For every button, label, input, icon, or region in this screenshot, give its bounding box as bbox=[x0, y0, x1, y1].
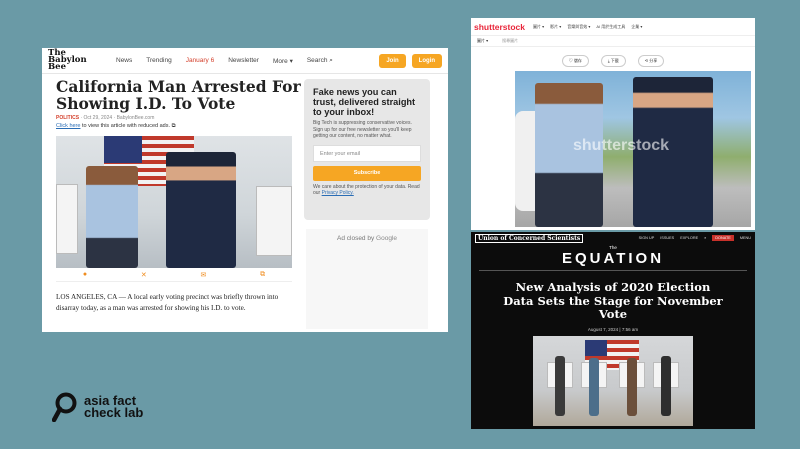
download-button[interactable]: ⤓ 下載 bbox=[600, 55, 626, 67]
save-button[interactable]: ♡ 儲存 bbox=[561, 55, 589, 67]
shutterstock-navbar: shutterstock 圖片 ▾ 影片 ▾ 音樂與音效 ▾ AI 用於生成工具… bbox=[471, 18, 755, 35]
nav-menu[interactable]: MENU bbox=[740, 236, 751, 240]
nav-search-label: Search bbox=[306, 56, 328, 64]
privacy-line: We care about the protection of your dat… bbox=[313, 184, 421, 197]
equation-headline: New Analysis of 2020 Election Data Sets … bbox=[503, 280, 723, 321]
voting-booth bbox=[256, 186, 292, 256]
article-meta: POLITICS · Oct 29, 2024 · BabylonBee.com bbox=[56, 115, 306, 121]
ad-closed-text: Ad closed by bbox=[337, 235, 377, 242]
bee-navbar: The Babylon Bee News Trending January 6 … bbox=[42, 48, 448, 74]
newsletter-title: Fake news you can trust, delivered strai… bbox=[313, 87, 416, 117]
email-field[interactable]: Enter your email bbox=[313, 144, 421, 162]
search-icon: ⌕ bbox=[329, 56, 333, 64]
voter-figure bbox=[555, 356, 565, 416]
email-icon[interactable]: ✉ bbox=[200, 271, 206, 279]
babylon-bee-screenshot: The Babylon Bee News Trending January 6 … bbox=[42, 48, 448, 332]
menu-images[interactable]: 圖片 ▾ bbox=[533, 24, 544, 30]
voter-figure bbox=[589, 358, 599, 416]
nav-more[interactable]: More ▾ bbox=[273, 57, 293, 65]
stock-photo: shutterstock bbox=[515, 71, 751, 227]
facebook-icon[interactable]: ● bbox=[83, 271, 87, 278]
google-brand: Google bbox=[376, 235, 397, 242]
image-actions: ♡ 儲存 ⤓ 下載 ⟲ 分享 bbox=[471, 55, 755, 67]
article-title: California Man Arrested For Showing I.D.… bbox=[56, 77, 301, 113]
nav-january-6[interactable]: January 6 bbox=[186, 57, 215, 64]
equation-date: August 7, 2024 | 7:56 am bbox=[587, 326, 639, 332]
nav-sign-up[interactable]: SIGN UP bbox=[639, 236, 655, 240]
newsletter-box: Fake news you can trust, delivered strai… bbox=[304, 79, 430, 220]
voter-figure bbox=[661, 356, 671, 416]
subscribe-button[interactable]: Subscribe bbox=[313, 165, 421, 181]
article-date-source: · Oct 29, 2024 · BabylonBee.com bbox=[79, 115, 155, 121]
ad-closed-box: Ad closed by Google bbox=[306, 229, 428, 329]
shutterstock-screenshot: shutterstock 圖片 ▾ 影片 ▾ 音樂與音效 ▾ AI 用於生成工具… bbox=[471, 18, 755, 230]
asia-fact-check-lab-logo: asia fact check lab bbox=[52, 392, 143, 422]
article-category[interactable]: POLITICS bbox=[56, 115, 79, 121]
copy-link-icon[interactable]: ⧉ bbox=[260, 271, 265, 279]
ucs-logo[interactable]: Union of Concerned Scientists bbox=[475, 233, 584, 243]
bee-article: California Man Arrested For Showing I.D.… bbox=[56, 78, 306, 313]
police-officer-figure bbox=[166, 152, 236, 268]
article-photo bbox=[56, 136, 292, 268]
nav-news[interactable]: News bbox=[116, 57, 132, 64]
nav-search[interactable]: Search ⌕ bbox=[307, 57, 333, 65]
reduced-ads-link[interactable]: Click here bbox=[56, 123, 80, 129]
voting-booths-photo bbox=[533, 336, 693, 426]
menu-enterprise[interactable]: 企業 ▾ bbox=[631, 24, 642, 30]
join-button[interactable]: Join bbox=[379, 53, 406, 68]
equation-screenshot: Union of Concerned Scientists SIGN UP IS… bbox=[471, 232, 755, 429]
search-type-select[interactable]: 圖片 ▾ bbox=[477, 38, 488, 44]
bee-logo[interactable]: The Babylon Bee bbox=[48, 48, 100, 72]
login-button[interactable]: Login bbox=[411, 53, 442, 68]
search-input[interactable]: 搜尋圖片 bbox=[502, 38, 518, 44]
nav-issues[interactable]: ISSUES bbox=[660, 236, 674, 240]
voter-figure bbox=[627, 358, 637, 416]
search-icon[interactable]: ⌕ bbox=[704, 236, 706, 240]
shutterstock-watermark: shutterstock bbox=[573, 137, 670, 154]
nav-explore[interactable]: EXPLORE bbox=[680, 236, 698, 240]
article-body: LOS ANGELES, CA — A local early voting p… bbox=[56, 293, 279, 312]
equation-navbar: Union of Concerned Scientists SIGN UP IS… bbox=[471, 232, 755, 244]
menu-ai[interactable]: AI 用於生成工具 bbox=[596, 24, 625, 30]
magnifier-logo-icon bbox=[52, 392, 77, 422]
reduced-ads-text: to view this article with reduced ads. bbox=[80, 123, 171, 129]
bee-logo-text: The Babylon Bee bbox=[48, 48, 87, 72]
equation-title[interactable]: EQUATION bbox=[479, 250, 747, 271]
nav-newsletter[interactable]: Newsletter bbox=[228, 57, 259, 64]
external-link-icon[interactable]: ⧉ bbox=[172, 123, 176, 129]
donate-button[interactable]: DONATE bbox=[712, 235, 734, 241]
man-arrested-figure bbox=[535, 83, 603, 227]
man-arrested-figure bbox=[86, 166, 138, 268]
newsletter-text: Big Tech is suppressing conservative voi… bbox=[313, 120, 412, 139]
menu-video[interactable]: 影片 ▾ bbox=[550, 24, 561, 30]
voting-booth bbox=[56, 184, 78, 254]
shutterstock-search-bar: 圖片 ▾ 搜尋圖片 bbox=[471, 35, 755, 47]
logo-line-2: check lab bbox=[84, 405, 144, 420]
shutterstock-logo[interactable]: shutterstock bbox=[474, 22, 525, 32]
share-button[interactable]: ⟲ 分享 bbox=[637, 55, 665, 67]
x-twitter-icon[interactable]: ✕ bbox=[141, 271, 147, 279]
logo-text: asia fact check lab bbox=[84, 394, 144, 420]
privacy-policy-link[interactable]: Privacy Policy. bbox=[322, 190, 354, 196]
menu-music[interactable]: 音樂與音效 ▾ bbox=[567, 24, 590, 30]
share-bar: ● ✕ ✉ ⧉ bbox=[56, 268, 292, 282]
reduced-ads-line: Click here to view this article with red… bbox=[56, 123, 306, 130]
nav-trending[interactable]: Trending bbox=[146, 57, 171, 64]
